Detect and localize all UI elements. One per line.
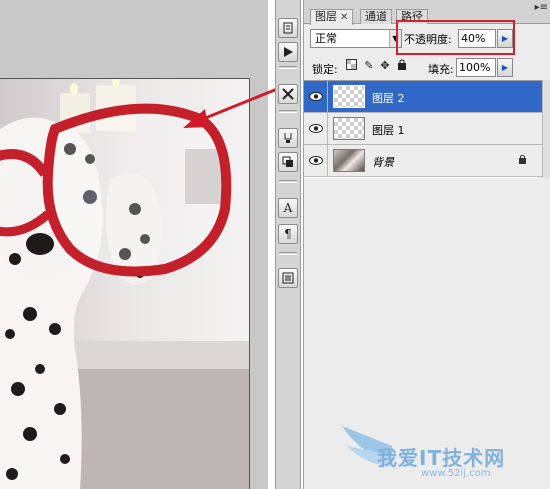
clone-icon[interactable] [278, 152, 298, 172]
eye-icon [308, 124, 323, 133]
blend-mode-value: 正常 [315, 32, 337, 45]
tab-channels[interactable]: 通道 [360, 9, 392, 24]
layer-list-scrollbar[interactable] [542, 80, 550, 178]
fill-input[interactable]: 100% [456, 58, 496, 77]
tools-icon[interactable] [278, 84, 298, 104]
tool-separator [279, 180, 297, 183]
watermark-text: 我爱IT技术网 [377, 446, 506, 470]
visibility-toggle[interactable] [304, 145, 328, 176]
tool-separator [279, 252, 297, 255]
lock-label: 锁定: [312, 63, 338, 76]
layer-lock-icon [518, 154, 527, 167]
layer-name[interactable]: 背景 [372, 154, 394, 170]
opacity-highlight-box [396, 20, 515, 55]
lock-all-icon[interactable] [395, 59, 409, 73]
panel-dock-strip: A ¶ [275, 0, 301, 489]
blend-mode-select[interactable]: 正常 ▼ [310, 29, 402, 48]
layer-list: 图层 2 图层 1 背景 [304, 80, 550, 178]
history-icon[interactable] [278, 18, 298, 38]
canvas-image [0, 79, 249, 489]
paragraph-icon[interactable]: ¶ [278, 224, 298, 244]
layer-thumbnail [333, 85, 365, 108]
notes-icon[interactable] [278, 268, 298, 288]
layer-name[interactable]: 图层 2 [372, 90, 405, 106]
tool-separator [279, 110, 297, 113]
panel-menu-icon[interactable]: ▸≡ [535, 2, 548, 13]
layers-panel: 图层 ✕ 通道 路径 ▸≡ 正常 ▼ 不透明度: 40% ▶ 锁定: ✎ ✥ 填充… [303, 0, 550, 489]
tab-layers-label: 图层 [315, 10, 337, 23]
tool-separator [279, 66, 297, 69]
brushes-icon[interactable] [278, 128, 298, 148]
eye-icon [308, 92, 323, 101]
actions-icon[interactable] [278, 42, 298, 62]
layer-name[interactable]: 图层 1 [372, 122, 405, 138]
layer-thumbnail [333, 149, 365, 172]
tab-layers[interactable]: 图层 ✕ [310, 9, 354, 25]
visibility-toggle[interactable] [304, 113, 328, 144]
watermark-logo: 我爱IT技术网 www.52ij.com [337, 412, 547, 484]
eye-icon [308, 156, 323, 165]
lock-pixels-brush-icon[interactable]: ✎ [362, 59, 376, 73]
visibility-toggle[interactable] [304, 81, 328, 112]
layer-thumbnail [333, 117, 365, 140]
layer-row-layer-2[interactable]: 图层 2 [304, 81, 550, 113]
lock-position-move-icon[interactable]: ✥ [378, 59, 392, 73]
canvas-area [0, 0, 268, 489]
tab-channels-label: 通道 [365, 10, 387, 23]
character-icon[interactable]: A [278, 198, 298, 218]
fill-slider-button[interactable]: ▶ [497, 58, 513, 77]
lock-transparency-icon[interactable] [344, 59, 358, 73]
layer-row-layer-1[interactable]: 图层 1 [304, 113, 550, 145]
watermark-url: www.52ij.com [421, 468, 491, 479]
document-window[interactable] [0, 78, 250, 489]
close-icon[interactable]: ✕ [340, 12, 348, 23]
layer-row-background[interactable]: 背景 [304, 145, 550, 177]
fill-label: 填充: [428, 63, 454, 76]
